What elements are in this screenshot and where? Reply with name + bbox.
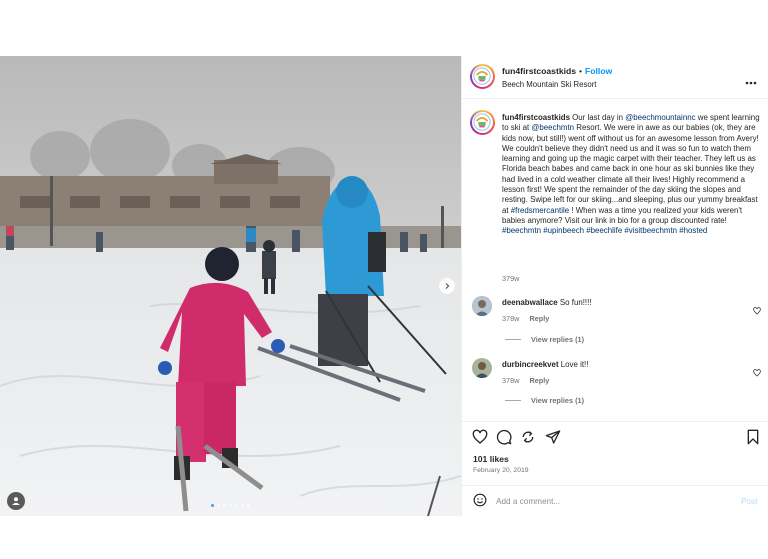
- carousel-dot: [229, 504, 232, 507]
- tagged-users-button[interactable]: [7, 492, 25, 510]
- caption-timestamp: 379w: [502, 274, 520, 283]
- comment-icon: [496, 429, 512, 445]
- carousel-dot: [247, 504, 250, 507]
- replies-divider: [505, 400, 521, 401]
- more-options-button[interactable]: [745, 74, 757, 88]
- separator-dot: •: [579, 66, 583, 76]
- view-replies-label: View replies (1): [531, 335, 584, 344]
- post-date: February 20, 2019: [473, 467, 529, 474]
- header-user-line: fun4firstcoastkids • Follow: [502, 66, 612, 76]
- commenter-avatar[interactable]: [472, 296, 492, 316]
- next-slide-button[interactable]: [439, 278, 455, 294]
- view-replies-button[interactable]: View replies (1): [505, 396, 584, 405]
- view-replies-button[interactable]: View replies (1): [505, 335, 584, 344]
- bookmark-icon: [747, 429, 759, 445]
- comment-body: So fun!!!!: [559, 298, 592, 307]
- author-username[interactable]: fun4firstcoastkids: [502, 66, 576, 76]
- heart-icon: [472, 429, 488, 444]
- reply-button[interactable]: Reply: [529, 376, 549, 385]
- post-details-panel: fun4firstcoastkids • Follow Beech Mountain…: [461, 56, 768, 516]
- view-replies-label: View replies (1): [531, 396, 584, 405]
- post-photo: [0, 56, 461, 516]
- comment-username[interactable]: durbincreekvet: [502, 360, 559, 369]
- comment-text: deenabwallace So fun!!!!: [502, 298, 592, 307]
- brand-logo-icon: [473, 67, 492, 86]
- carousel-dot: [235, 504, 238, 507]
- heart-icon: [753, 307, 761, 315]
- comment-meta: 378w Reply: [502, 376, 549, 385]
- profile-photo-icon: [472, 296, 492, 316]
- brand-logo-icon: [473, 113, 492, 132]
- comment-meta: 378w Reply: [502, 314, 549, 323]
- save-button[interactable]: [746, 429, 760, 450]
- post-location[interactable]: Beech Mountain Ski Resort: [502, 80, 596, 89]
- chevron-right-icon: [445, 283, 450, 289]
- carousel-dot: [217, 504, 220, 507]
- caption-username[interactable]: fun4firstcoastkids: [502, 113, 570, 122]
- comment-text: durbincreekvet Love it!!: [502, 360, 588, 369]
- mention-link[interactable]: @beechmtn: [531, 123, 574, 132]
- caption-text: Resort. We were in awe as our babies (ok…: [502, 123, 759, 215]
- carousel-dot: [223, 504, 226, 507]
- mention-link[interactable]: @beechmountainnc: [625, 113, 695, 122]
- like-button[interactable]: [472, 429, 488, 450]
- carousel-dot: [211, 504, 214, 507]
- post-media[interactable]: [0, 56, 461, 516]
- heart-icon: [753, 369, 761, 377]
- carousel-indicator: [0, 504, 461, 507]
- comment-timestamp: 378w: [502, 376, 520, 385]
- emoji-icon: [473, 493, 487, 507]
- author-avatar[interactable]: [470, 64, 495, 89]
- profile-photo-icon: [472, 358, 492, 378]
- actions-divider: [462, 421, 768, 422]
- caption-avatar[interactable]: [470, 110, 495, 135]
- post-comment-button[interactable]: Post: [741, 497, 757, 506]
- caption-text: Our last day in: [569, 113, 626, 122]
- comment-username[interactable]: deenabwallace: [502, 298, 558, 307]
- send-icon: [545, 430, 561, 444]
- instagram-post: fun4firstcoastkids • Follow Beech Mountain…: [0, 56, 768, 516]
- post-caption: fun4firstcoastkids Our last day in @beec…: [502, 113, 762, 237]
- comment-like-button[interactable]: [753, 302, 761, 320]
- likes-count[interactable]: 101 likes: [473, 454, 509, 464]
- reply-button[interactable]: Reply: [529, 314, 549, 323]
- add-comment-input[interactable]: Add a comment...: [496, 497, 560, 506]
- follow-button[interactable]: Follow: [585, 66, 612, 76]
- comment-like-button[interactable]: [753, 364, 761, 382]
- comment-button[interactable]: [496, 429, 512, 450]
- comment-timestamp: 378w: [502, 314, 520, 323]
- share-button[interactable]: [520, 429, 536, 450]
- hashtag-links[interactable]: #beechmtn #upinbeech #beechlife #visitbe…: [502, 226, 707, 235]
- replies-divider: [505, 339, 521, 340]
- add-comment-divider: [462, 485, 768, 486]
- commenter-avatar[interactable]: [472, 358, 492, 378]
- share-icon: [522, 431, 534, 443]
- comment-body: Love it!!: [560, 360, 589, 369]
- emoji-button[interactable]: [473, 493, 487, 512]
- hashtag-link[interactable]: #fredsmercantile: [511, 206, 569, 215]
- post-header: fun4firstcoastkids • Follow Beech Mountain…: [462, 56, 768, 99]
- more-horizontal-icon: [745, 81, 757, 85]
- send-button[interactable]: [545, 429, 561, 450]
- carousel-dot: [241, 504, 244, 507]
